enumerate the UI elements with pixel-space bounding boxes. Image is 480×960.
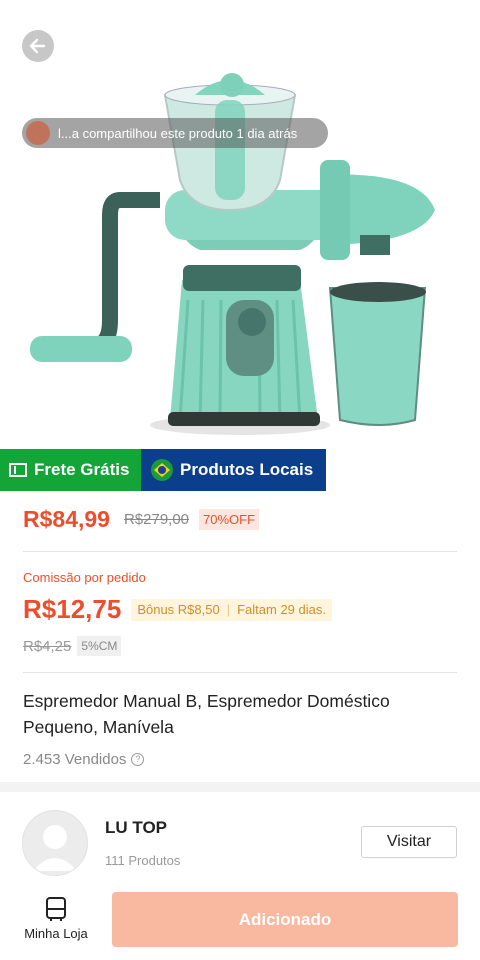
product-image-area[interactable]: l...a compartilhou este produto 1 dia at… — [0, 0, 480, 450]
sold-count-text: 2.453 Vendidos — [23, 751, 127, 768]
price-row: R$84,99 R$279,00 70%OFF — [23, 506, 260, 533]
visit-store-button[interactable]: Visitar — [361, 826, 457, 858]
sharer-avatar — [26, 121, 50, 145]
arrow-left-icon — [29, 38, 46, 54]
share-toast: l...a compartilhou este produto 1 dia at… — [22, 118, 328, 148]
store-product-count: 111 Produtos — [105, 853, 181, 868]
divider — [23, 672, 457, 673]
commission-rate-row: R$4,25 5%CM — [23, 636, 122, 656]
ticket-icon — [9, 463, 27, 477]
bonus-separator: | — [226, 602, 231, 617]
my-store-label: Minha Loja — [24, 926, 88, 941]
brazil-flag-icon — [151, 459, 173, 481]
original-price: R$279,00 — [123, 511, 190, 528]
free-shipping-badge: Frete Grátis — [0, 449, 141, 491]
commission-rate: 5%CM — [77, 636, 122, 656]
my-store-button[interactable]: Minha Loja — [18, 896, 94, 941]
commission-old-value: R$4,25 — [23, 637, 72, 655]
divider — [23, 551, 457, 552]
added-button[interactable]: Adicionado — [112, 892, 458, 947]
commission-label: Comissão por pedido — [23, 570, 146, 585]
share-toast-text: l...a compartilhou este produto 1 dia at… — [58, 125, 298, 141]
bonus-amount: Bônus R$8,50 — [137, 602, 220, 617]
product-image — [30, 73, 435, 435]
current-price: R$84,99 — [23, 506, 110, 532]
local-products-label: Produtos Locais — [180, 460, 314, 479]
store-avatar[interactable] — [22, 810, 88, 876]
user-placeholder-icon — [33, 825, 77, 871]
sold-count: 2.453 Vendidos ? — [23, 751, 145, 768]
bonus-deadline: Faltam 29 dias. — [237, 602, 326, 617]
shipping-badges: Frete Grátis Produtos Locais — [0, 449, 326, 491]
free-shipping-label: Frete Grátis — [34, 460, 130, 479]
store-icon — [46, 897, 66, 921]
question-icon[interactable]: ? — [131, 753, 145, 766]
store-name[interactable]: LU TOP — [105, 818, 167, 838]
local-products-badge: Produtos Locais — [141, 449, 326, 491]
bonus-badge: Bônus R$8,50 | Faltam 29 dias. — [131, 598, 332, 621]
discount-badge: 70%OFF — [199, 509, 260, 530]
commission-value: R$12,75 — [23, 594, 122, 624]
product-title: Espremedor Manual B, Espremedor Doméstic… — [23, 691, 390, 737]
commission-row: R$12,75 Bônus R$8,50 | Faltam 29 dias. — [23, 594, 332, 625]
back-button[interactable] — [22, 30, 54, 62]
section-gap — [0, 782, 480, 792]
